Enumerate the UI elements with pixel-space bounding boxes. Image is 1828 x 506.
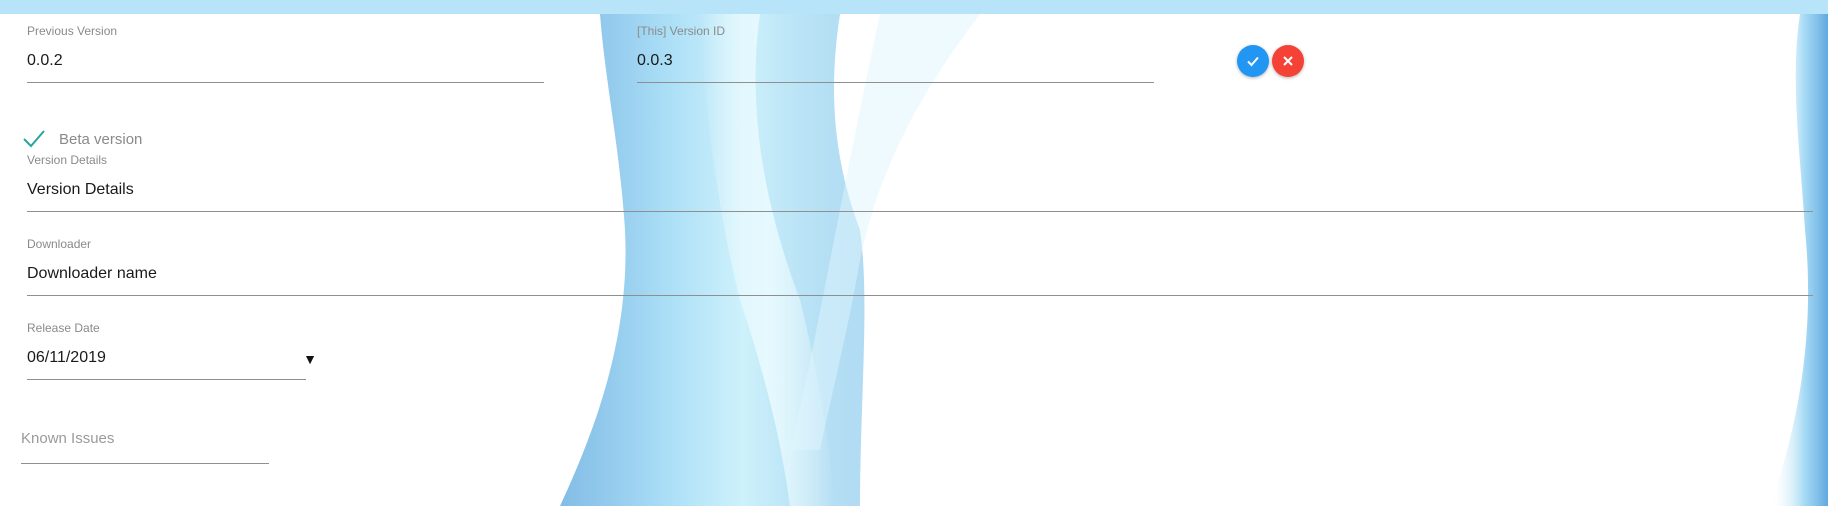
this-version-id-field[interactable]: [This] Version ID 0.0.3 <box>637 24 1154 84</box>
release-date-value[interactable]: 06/11/2019 <box>27 348 306 368</box>
downloader-field[interactable]: Downloader Downloader name <box>27 237 1813 297</box>
downloader-underline <box>27 295 1813 296</box>
this-version-id-value[interactable]: 0.0.3 <box>637 51 1154 71</box>
release-date-underline <box>27 379 306 380</box>
previous-version-field[interactable]: Previous Version 0.0.2 <box>27 24 544 84</box>
known-issues-underline <box>21 463 269 464</box>
this-version-id-underline <box>637 82 1154 83</box>
previous-version-underline <box>27 82 544 83</box>
confirm-button[interactable] <box>1237 45 1269 77</box>
check-icon <box>1247 56 1259 67</box>
this-version-id-label: [This] Version ID <box>637 24 726 38</box>
caret-down-icon[interactable]: ▼ <box>303 351 317 367</box>
downloader-value[interactable]: Downloader name <box>27 264 1813 284</box>
check-icon <box>23 130 45 148</box>
beta-version-label: Beta version <box>59 130 143 148</box>
version-details-field[interactable]: Version Details Version Details <box>27 153 1813 213</box>
beta-version-checkbox[interactable]: Beta version <box>22 127 142 151</box>
release-date-field[interactable]: Release Date 06/11/2019 ▼ <box>27 321 317 381</box>
previous-version-label: Previous Version <box>27 24 118 38</box>
cancel-button[interactable] <box>1272 45 1304 77</box>
version-details-value[interactable]: Version Details <box>27 180 1813 200</box>
known-issues-placeholder: Known Issues <box>21 430 115 447</box>
version-details-label: Version Details <box>27 153 108 167</box>
previous-version-value[interactable]: 0.0.2 <box>27 51 544 71</box>
known-issues-input[interactable]: Known Issues <box>21 430 269 464</box>
downloader-label: Downloader <box>27 237 92 251</box>
version-details-underline <box>27 211 1813 212</box>
top-strip <box>0 0 1828 14</box>
close-icon <box>1283 56 1293 66</box>
release-date-label: Release Date <box>27 321 100 335</box>
